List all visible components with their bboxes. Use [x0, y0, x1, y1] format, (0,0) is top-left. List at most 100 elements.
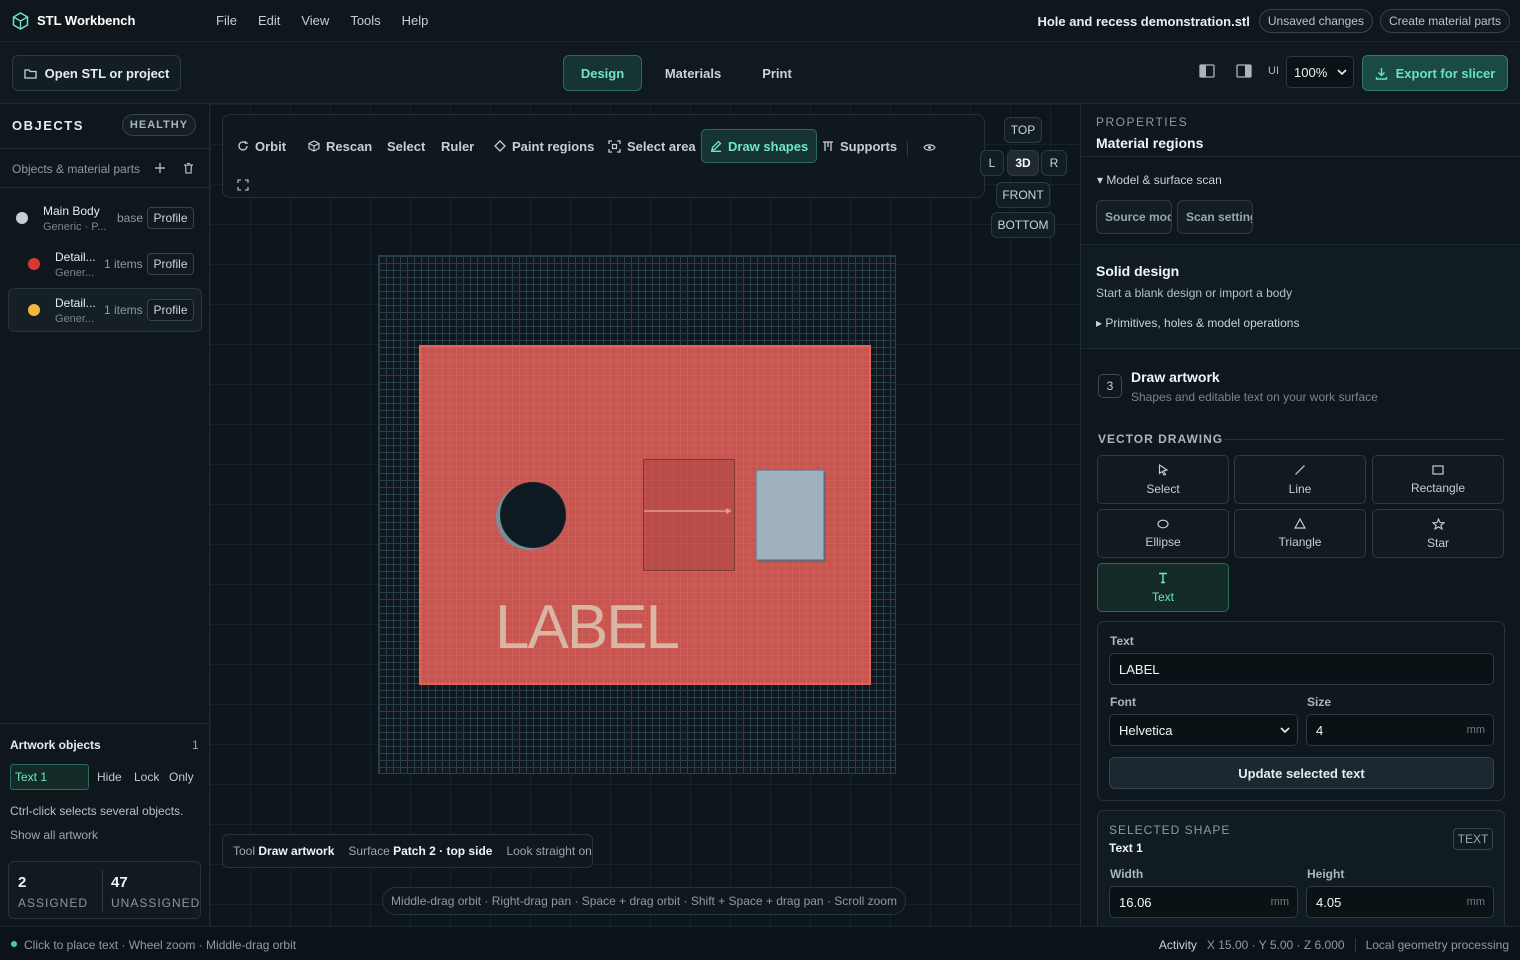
- menu-tools[interactable]: Tools: [350, 13, 380, 28]
- assignment-stats: 2 ASSIGNED 47 UNASSIGNED: [8, 861, 201, 919]
- object-row-detail-2[interactable]: Detail... Gener... 1 items Profile: [8, 288, 202, 332]
- source-model-button[interactable]: Source model: [1096, 200, 1172, 234]
- shape-label: Rectangle: [1410, 480, 1466, 495]
- fullscreen-icon[interactable]: [237, 179, 249, 191]
- view-top-button[interactable]: TOP: [1004, 117, 1042, 143]
- tool-ruler[interactable]: Ruler: [441, 129, 474, 163]
- objects-subtitle: Objects & material parts: [12, 162, 141, 176]
- shape-label: Star: [1426, 535, 1449, 550]
- width-input[interactable]: 16.06 mm: [1109, 886, 1298, 918]
- menu-help[interactable]: Help: [402, 13, 429, 28]
- tool-supports[interactable]: Supports: [822, 129, 897, 163]
- shape-line-button[interactable]: Line: [1234, 455, 1366, 504]
- size-input-value: 4: [1316, 722, 1324, 738]
- view-3d-button[interactable]: 3D: [1007, 150, 1039, 176]
- folder-icon: [23, 68, 45, 79]
- object-color-swatch: [16, 212, 28, 224]
- solid-design-title: Solid design: [1096, 263, 1180, 279]
- height-input[interactable]: 4.05 mm: [1306, 886, 1494, 918]
- object-row-detail-1[interactable]: Detail... Gener... 1 items Profile: [8, 242, 202, 286]
- chevron-down-icon: [1280, 726, 1290, 734]
- tool-select[interactable]: Select: [387, 129, 425, 163]
- primitives-toggle[interactable]: ▸ Primitives, holes & model operations: [1096, 316, 1299, 330]
- tab-materials[interactable]: Materials: [654, 55, 732, 91]
- properties-panel: PROPERTIES Material regions ▾ Model & su…: [1080, 104, 1520, 926]
- ellipse-icon: [1157, 519, 1169, 529]
- shape-label: Triangle: [1278, 535, 1322, 549]
- draw-artwork-subtitle: Shapes and editable text on your work su…: [1131, 390, 1378, 404]
- view-left-button[interactable]: L: [980, 150, 1004, 176]
- divider: [1224, 439, 1504, 440]
- shape-triangle-button[interactable]: Triangle: [1234, 509, 1366, 558]
- shape-star-button[interactable]: Star: [1372, 509, 1504, 558]
- step-number: 3: [1098, 374, 1122, 398]
- 3d-viewport[interactable]: Orbit Rescan Select Ruler Paint regions …: [210, 104, 1080, 926]
- trash-icon[interactable]: [183, 162, 194, 174]
- object-row-main-body[interactable]: Main Body Generic · P... base Profile: [8, 196, 202, 240]
- orbit-icon: [237, 140, 249, 152]
- hole-shape[interactable]: [500, 482, 566, 548]
- surface-status-value: Patch 2 · top side: [393, 844, 493, 858]
- width-input-value: 16.06: [1119, 894, 1152, 910]
- only-artwork-button[interactable]: Only: [169, 770, 194, 784]
- menu-view[interactable]: View: [301, 13, 329, 28]
- model-scan-toggle[interactable]: ▾ Model & surface scan: [1097, 173, 1222, 187]
- tab-print[interactable]: Print: [745, 55, 809, 91]
- scan-settings-button[interactable]: Scan settings: [1177, 200, 1253, 234]
- selected-shape-type-badge: TEXT: [1453, 828, 1493, 850]
- navigation-hint: Middle-drag orbit · Right-drag pan · Spa…: [382, 887, 906, 915]
- hide-artwork-button[interactable]: Hide: [97, 770, 122, 784]
- view-bottom-button[interactable]: BOTTOM: [991, 212, 1055, 238]
- shape-rectangle-button[interactable]: Rectangle: [1372, 455, 1504, 504]
- ui-zoom-select[interactable]: 100%: [1286, 56, 1354, 88]
- add-object-icon[interactable]: [154, 162, 166, 174]
- tool-orbit[interactable]: Orbit: [237, 129, 286, 163]
- create-material-parts-button[interactable]: Create material parts: [1379, 9, 1510, 33]
- cursor-icon: [1158, 463, 1169, 476]
- artwork-title: Artwork objects: [10, 738, 101, 752]
- object-profile-button[interactable]: Profile: [147, 253, 194, 275]
- size-input[interactable]: 4 mm: [1306, 714, 1494, 746]
- eye-icon[interactable]: [923, 143, 936, 152]
- artwork-item-text-1[interactable]: Text 1: [10, 764, 89, 790]
- tool-select-area[interactable]: Select area: [608, 129, 696, 163]
- status-indicator-dot: [11, 941, 17, 947]
- toggle-left-panel-icon[interactable]: [1199, 64, 1215, 78]
- menu-edit[interactable]: Edit: [258, 13, 280, 28]
- update-selected-text-button[interactable]: Update selected text: [1109, 757, 1494, 789]
- menu-file[interactable]: File: [216, 13, 237, 28]
- activity-button[interactable]: Activity: [1159, 938, 1197, 952]
- object-profile-button[interactable]: Profile: [147, 207, 194, 229]
- tool-paint-regions[interactable]: Paint regions: [494, 129, 594, 163]
- unsaved-badge[interactable]: Unsaved changes: [1258, 9, 1373, 33]
- toggle-right-panel-icon[interactable]: [1236, 64, 1252, 78]
- tool-draw-shapes[interactable]: Draw shapes: [701, 129, 818, 163]
- text-input[interactable]: LABEL: [1109, 653, 1494, 685]
- size-field-label: Size: [1307, 695, 1332, 709]
- shape-label: Ellipse: [1145, 534, 1181, 549]
- ui-scale-label: UI: [1268, 65, 1279, 77]
- open-stl-button[interactable]: Open STL or project: [12, 55, 181, 91]
- tool-status-label: Tool: [233, 844, 256, 858]
- artwork-text-label[interactable]: LABEL: [495, 592, 680, 663]
- solid-design-subtitle: Start a blank design or import a body: [1096, 286, 1293, 300]
- view-right-button[interactable]: R: [1041, 150, 1067, 176]
- shape-text-button[interactable]: Text: [1097, 563, 1229, 612]
- font-select[interactable]: Helvetica: [1109, 714, 1298, 746]
- tool-label: Rescan: [326, 138, 373, 154]
- view-front-button[interactable]: FRONT: [996, 182, 1050, 208]
- look-straight-on-button[interactable]: Look straight on: [506, 844, 591, 858]
- shape-select-button[interactable]: Select: [1097, 455, 1229, 504]
- object-profile-button[interactable]: Profile: [147, 299, 194, 321]
- tab-design[interactable]: Design: [563, 55, 642, 91]
- shape-ellipse-button[interactable]: Ellipse: [1097, 509, 1229, 558]
- rectangle-shape[interactable]: [756, 470, 824, 560]
- export-for-slicer-button[interactable]: Export for slicer: [1362, 55, 1508, 91]
- lock-artwork-button[interactable]: Lock: [134, 770, 159, 784]
- show-all-artwork-link[interactable]: Show all artwork: [10, 828, 98, 842]
- assigned-label: ASSIGNED: [18, 896, 89, 910]
- height-input-value: 4.05: [1316, 894, 1342, 910]
- tool-rescan[interactable]: Rescan: [308, 129, 372, 163]
- stats-divider: [102, 870, 103, 912]
- recess-shape[interactable]: [643, 459, 735, 571]
